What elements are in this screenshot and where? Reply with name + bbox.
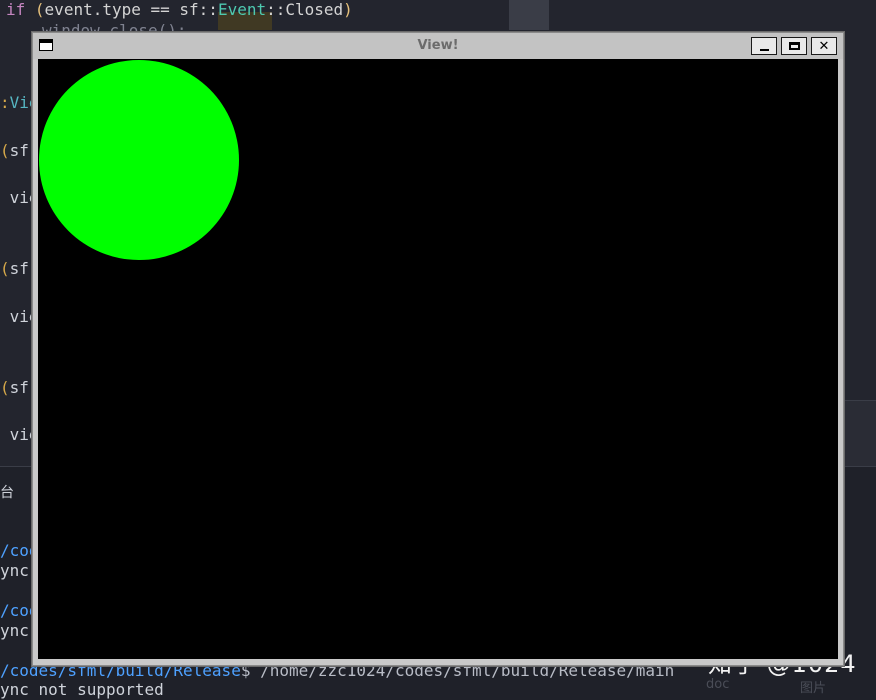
side-panel-edge [843, 400, 876, 467]
window-title: View! [417, 38, 459, 53]
maximize-button[interactable] [781, 37, 807, 55]
terminal-output-line: ync not supported [0, 680, 164, 699]
close-button[interactable]: ✕ [811, 37, 837, 55]
sfml-window[interactable]: View! ✕ [32, 32, 844, 666]
faint-label-doc: doc [706, 677, 730, 692]
faint-label-images: 图片 [800, 681, 827, 696]
window-titlebar[interactable]: View! ✕ [33, 33, 843, 59]
green-circle-shape [39, 60, 239, 260]
close-icon: ✕ [818, 38, 830, 54]
minimize-button[interactable] [751, 37, 777, 55]
maximize-icon [788, 42, 800, 50]
render-canvas[interactable] [38, 59, 838, 659]
terminal-tab-fragment[interactable]: 台 [0, 483, 14, 503]
editor-scrollbar-thumb[interactable] [509, 0, 549, 30]
code-line-if-event: if (event.type == sf::Event::Closed) [6, 0, 353, 19]
minimize-icon [759, 49, 769, 51]
